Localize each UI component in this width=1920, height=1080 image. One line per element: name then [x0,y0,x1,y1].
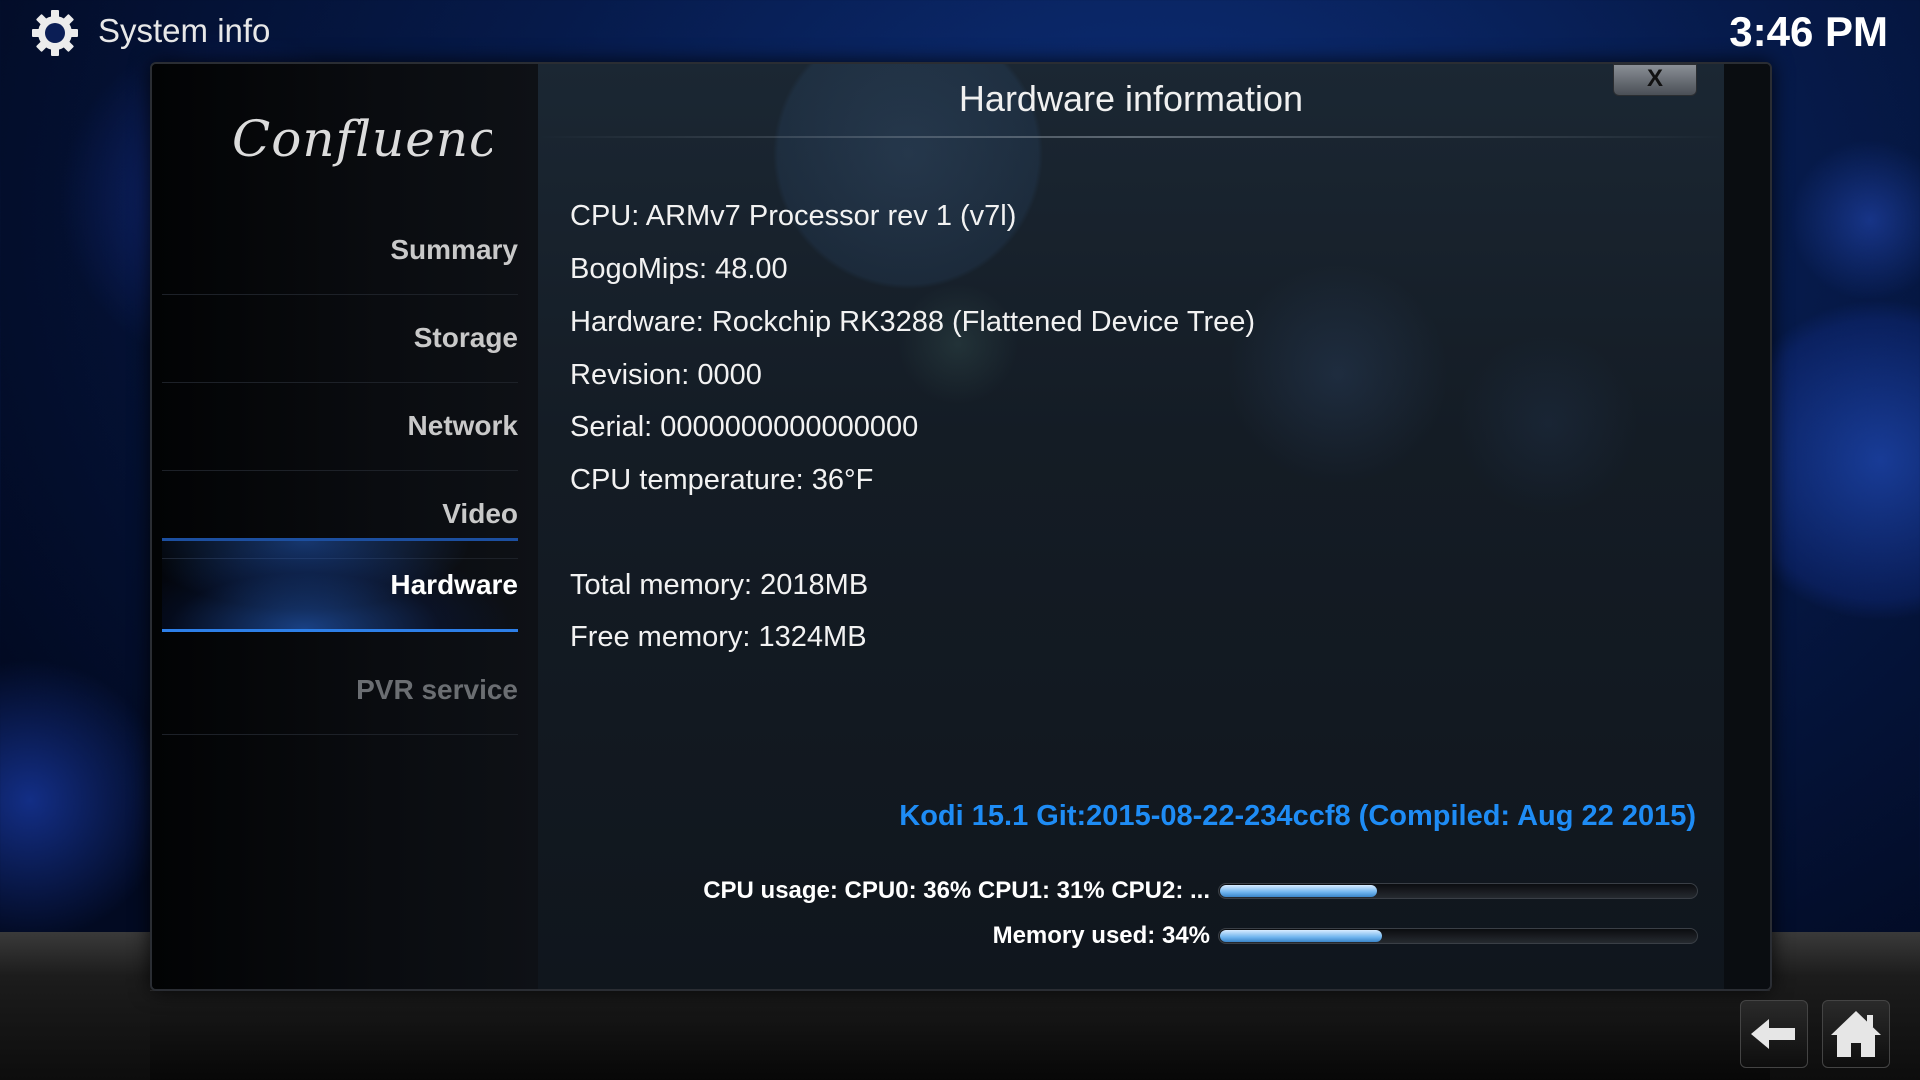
sidebar-item-label: Network [407,410,518,441]
system-info-dialog: Confluence Summary Storage Network Video… [150,62,1772,991]
sidebar: Confluence Summary Storage Network Video… [152,64,538,989]
cpu-usage-bar [1218,883,1698,899]
dialog-title: Hardware information [958,78,1304,119]
sidebar-item-storage[interactable]: Storage [162,294,518,383]
gear-icon [30,8,80,58]
title-divider [538,136,1724,138]
info-line: CPU temperature: 36°F [570,464,874,496]
memory-usage-bar-fill [1220,930,1382,942]
memory-usage-label: Memory used: 34% [992,922,1210,949]
memory-usage-bar [1218,928,1698,944]
close-button[interactable]: X [1613,64,1697,96]
info-line: Serial: 0000000000000000 [570,411,919,443]
info-line: Hardware: Rockchip RK3288 (Flattened Dev… [570,306,1256,338]
info-line: BogoMips: 48.00 [570,253,788,285]
svg-text:Confluence: Confluence [232,110,492,168]
sidebar-item-pvr-service[interactable]: PVR service [162,646,518,735]
right-edge [1724,64,1770,989]
info-line: Total memory: 2018MB [570,569,869,601]
info-line: Revision: 0000 [570,359,762,391]
sidebar-item-label: Summary [390,234,518,265]
info-line: CPU: ARMv7 Processor rev 1 (v7l) [570,200,1017,232]
home-button[interactable] [1822,1000,1890,1068]
sidebar-item-label: Video [442,498,518,529]
version-text: Kodi 15.1 Git:2015-08-22-234ccf8 (Compil… [899,800,1696,832]
cpu-usage-bar-fill [1220,885,1378,897]
back-button[interactable] [1740,1000,1808,1068]
sidebar-item-network[interactable]: Network [162,382,518,471]
confluence-logo: Confluence [222,94,528,184]
sidebar-item-label: Hardware [390,569,518,600]
info-line: Free memory: 1324MB [570,621,867,653]
home-icon [1831,1011,1881,1057]
sidebar-item-summary[interactable]: Summary [162,206,518,295]
back-arrow-icon [1751,1019,1795,1049]
cpu-usage-label: CPU usage: CPU0: 36% CPU1: 31% CPU2: ... [703,877,1210,904]
bottom-panel [150,990,1770,1080]
sidebar-item-hardware[interactable]: Hardware [162,538,518,632]
sidebar-item-label: PVR service [356,674,518,705]
sidebar-item-label: Storage [413,322,518,353]
header-title: System info [98,12,271,49]
clock: 3:46 PM [1729,8,1888,55]
close-icon: X [1646,65,1663,92]
